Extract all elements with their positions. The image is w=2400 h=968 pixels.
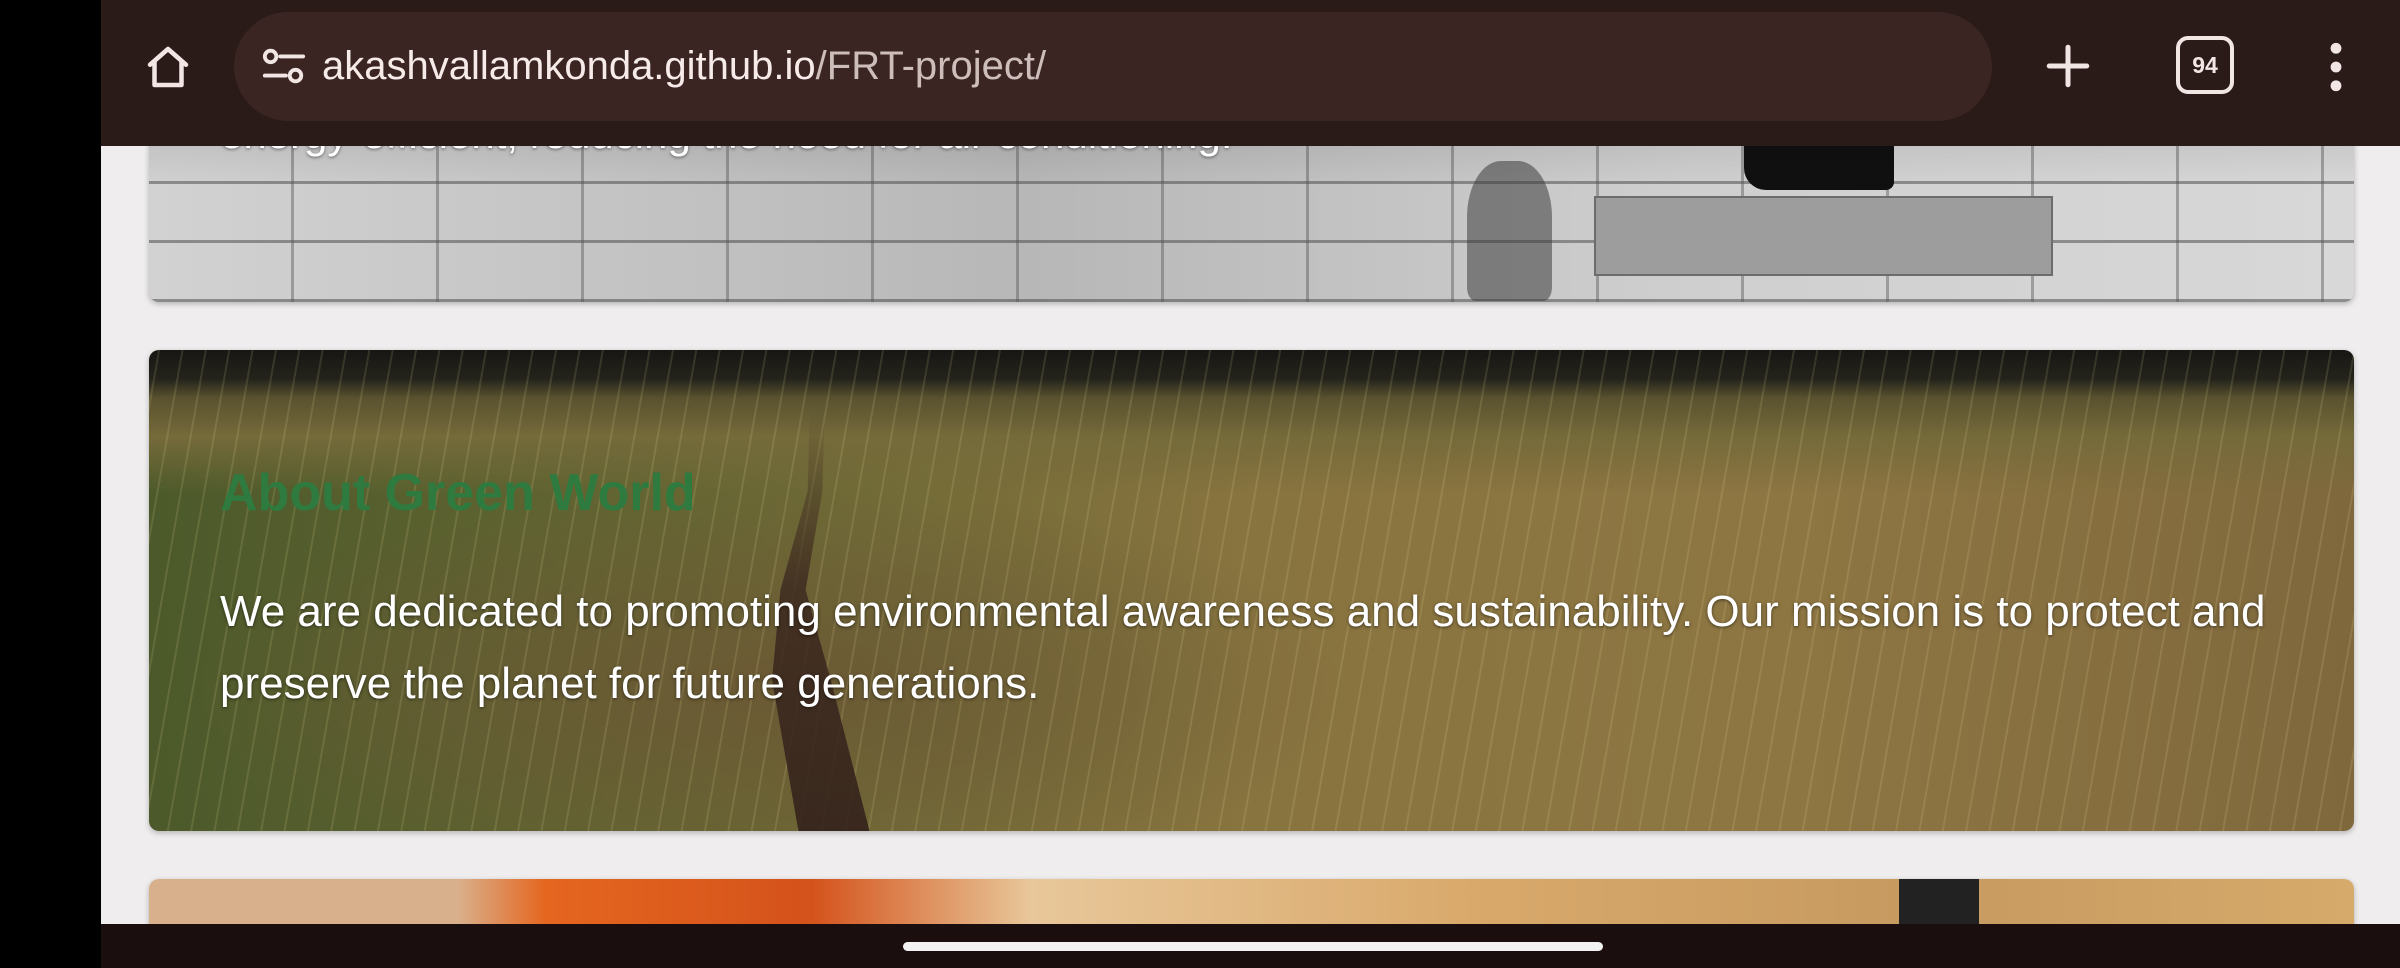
new-tab-button[interactable] (2036, 34, 2100, 98)
address-bar[interactable]: akashvallamkonda.github.io/FRT-project/ (234, 12, 1992, 121)
plus-icon (2046, 44, 2090, 88)
more-vert-icon (2330, 42, 2342, 92)
about-title: About Green World (220, 464, 696, 522)
about-text: We are dedicated to promoting environmen… (220, 587, 2266, 708)
architecture-card-text: energy-efficient, reducing the need for … (220, 146, 1233, 162)
about-card: About Green World We are dedicated to pr… (149, 350, 2354, 831)
more-menu-button[interactable] (2311, 34, 2361, 100)
home-button[interactable] (133, 30, 203, 104)
url-host: akashvallamkonda.github.io (322, 44, 816, 88)
url-text[interactable]: akashvallamkonda.github.io/FRT-project/ (322, 12, 1046, 121)
page-content[interactable]: energy-efficient, reducing the need for … (101, 146, 2400, 924)
site-info-icon (262, 48, 306, 84)
url-path: /FRT-project/ (815, 44, 1047, 88)
home-icon (147, 46, 189, 88)
stone-ledge (1594, 196, 2053, 276)
tab-count: 94 (2192, 51, 2218, 78)
browser-window: akashvallamkonda.github.io/FRT-project/ … (101, 0, 2400, 968)
left-screen-edge (0, 0, 101, 968)
browser-toolbar: akashvallamkonda.github.io/FRT-project/ … (101, 0, 2400, 146)
site-info-button[interactable] (254, 38, 314, 94)
system-navigation-bar (101, 924, 2400, 968)
architecture-card: energy-efficient, reducing the need for … (149, 146, 2354, 302)
ruler-image-detail (1899, 879, 1979, 924)
next-card (149, 879, 2354, 924)
tab-switcher-button[interactable]: 94 (2176, 36, 2234, 94)
gesture-handle[interactable] (903, 942, 1603, 951)
